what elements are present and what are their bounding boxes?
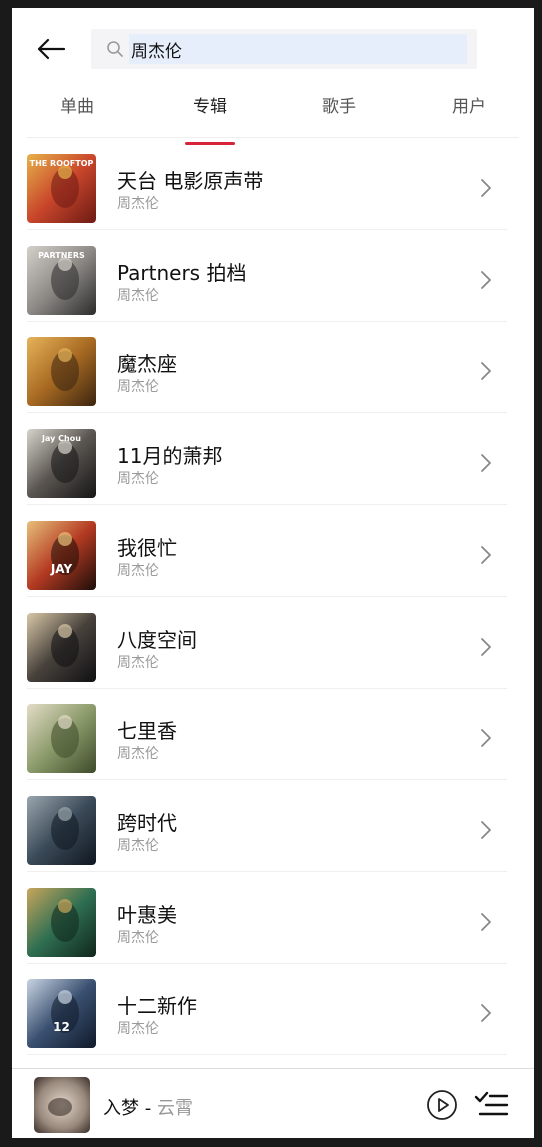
chevron-right-icon [479, 911, 493, 933]
album-row[interactable]: 12 十二新作周杰伦 [27, 963, 507, 1056]
album-title: 11月的萧邦 [117, 444, 223, 469]
album-title: 叶惠美 [117, 902, 177, 927]
album-artist: 周杰伦 [117, 287, 159, 304]
album-title: 魔杰座 [117, 352, 177, 377]
tab-bar: 单曲 专辑 歌手 用户 [12, 82, 534, 145]
playlist-button[interactable] [474, 1089, 510, 1121]
album-title: 十二新作 [117, 994, 197, 1019]
album-artist: 周杰伦 [117, 929, 159, 946]
search-icon [107, 41, 123, 57]
album-title: 天台 电影原声带 [117, 169, 264, 193]
album-artist: 周杰伦 [117, 471, 159, 488]
album-row[interactable]: Jay Chou 11月的萧邦周杰伦 [27, 413, 507, 506]
svg-text:12: 12 [53, 1020, 70, 1034]
album-title: 跨时代 [117, 810, 177, 835]
app-screen: 单曲 专辑 歌手 用户 THE ROOFTOP天台 电影原声带周杰伦PARTNE… [12, 8, 534, 1138]
search-box[interactable] [91, 29, 477, 69]
search-input[interactable] [129, 34, 467, 64]
album-artist: 周杰伦 [117, 746, 159, 763]
album-cover[interactable] [27, 795, 96, 865]
arrow-left-icon [37, 38, 66, 60]
album-title: Partners 拍档 [117, 260, 247, 285]
chevron-right-icon [479, 819, 493, 841]
play-button[interactable] [426, 1089, 458, 1121]
album-cover[interactable] [27, 612, 96, 682]
album-row[interactable]: 魔杰座 周杰伦 [27, 321, 507, 414]
chevron-right-icon [479, 360, 493, 382]
now-playing-title: 入梦 [103, 1098, 139, 1119]
tab-artists[interactable]: 歌手 [289, 92, 389, 117]
album-cover[interactable]: JAY [27, 520, 96, 590]
album-cover[interactable] [27, 337, 96, 407]
album-cover[interactable] [27, 887, 96, 957]
svg-text:THE ROOFTOP: THE ROOFTOP [30, 159, 94, 168]
playlist-icon [474, 1091, 509, 1116]
album-title: 七里香 [117, 719, 177, 744]
album-artist: 周杰伦 [117, 837, 159, 854]
album-artist: 周杰伦 [117, 562, 159, 579]
album-row[interactable]: PARTNERS Partners 拍档周杰伦 [27, 230, 507, 322]
svg-text:PARTNERS: PARTNERS [38, 251, 85, 260]
tab-users[interactable]: 用户 [419, 92, 519, 117]
album-artist: 周杰伦 [117, 379, 159, 396]
album-artist: 周杰伦 [117, 1021, 159, 1038]
album-row[interactable]: 八度空间 周杰伦 [27, 597, 507, 689]
chevron-right-icon [479, 269, 493, 291]
play-circle-icon [427, 1090, 457, 1120]
svg-text:JAY: JAY [50, 562, 73, 576]
album-row[interactable]: 跨时代 周杰伦 [27, 780, 507, 872]
album-row[interactable]: JAY 我很忙周杰伦 [27, 505, 507, 597]
chevron-right-icon [479, 727, 493, 749]
header [12, 8, 534, 78]
now-playing-artist: 云霄 [156, 1098, 193, 1119]
now-playing-text[interactable]: 入梦 - 云霄 [103, 1094, 193, 1120]
tab-songs[interactable]: 单曲 [27, 92, 127, 117]
now-playing-cover[interactable] [34, 1077, 90, 1133]
album-cover[interactable]: PARTNERS [27, 245, 96, 315]
back-button[interactable] [34, 32, 68, 66]
chevron-right-icon [479, 1002, 493, 1024]
album-artist: 周杰伦 [117, 196, 159, 212]
chevron-right-icon [479, 636, 493, 658]
chevron-right-icon [479, 452, 493, 474]
album-title: 八度空间 [117, 627, 197, 652]
album-cover[interactable]: 12 [27, 979, 96, 1049]
svg-text:Jay Chou: Jay Chou [41, 434, 81, 443]
album-cover[interactable]: Jay Chou [27, 429, 96, 499]
album-artist: 周杰伦 [117, 654, 159, 671]
album-title: 我很忙 [117, 535, 177, 560]
tab-albums[interactable]: 专辑 [160, 92, 260, 117]
album-row[interactable]: THE ROOFTOP 天台 电影原声带周杰伦 [27, 138, 507, 230]
album-cover[interactable] [27, 704, 96, 774]
album-row[interactable]: 七里香 周杰伦 [27, 688, 507, 781]
chevron-right-icon [479, 544, 493, 566]
album-cover[interactable]: THE ROOFTOP [27, 154, 96, 223]
mini-player[interactable]: 入梦 - 云霄 [12, 1068, 534, 1138]
now-playing-separator: - [139, 1098, 157, 1119]
album-row[interactable]: 叶惠美 周杰伦 [27, 872, 507, 964]
chevron-right-icon [479, 177, 493, 199]
